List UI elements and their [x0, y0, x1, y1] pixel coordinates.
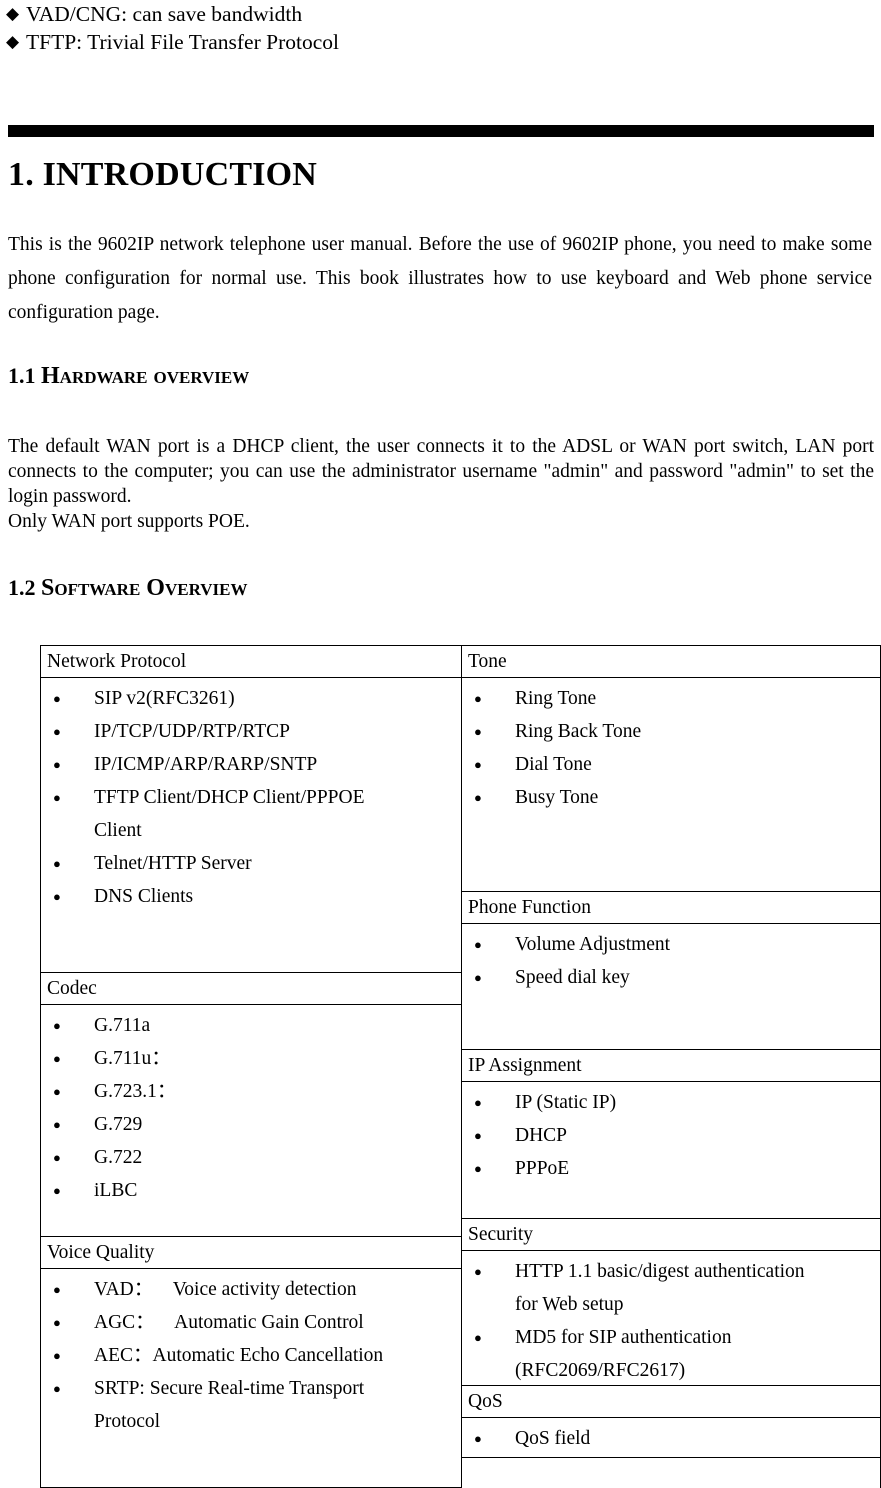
hardware-paragraph: The default WAN port is a DHCP client, t…: [8, 434, 874, 534]
table-cell-phone-function: Volume Adjustment Speed dial key: [462, 924, 880, 1050]
table-header-security: Security: [462, 1219, 880, 1251]
table-header-qos: QoS: [462, 1386, 880, 1418]
table-header-ip-assignment: IP Assignment: [462, 1050, 880, 1082]
table-column-left: Network Protocol SIP v2(RFC3261) IP/TCP/…: [41, 646, 462, 1488]
table-header-phone-function: Phone Function: [462, 892, 880, 924]
list-item: G.729: [47, 1108, 457, 1141]
heading-text: Hardware overview: [41, 363, 250, 389]
list-item: Busy Tone: [468, 781, 876, 814]
list-item: G.722: [47, 1141, 457, 1174]
hardware-paragraph-poe: Only WAN port supports POE.: [8, 511, 250, 532]
diamond-bullet-icon: ◆: [6, 4, 20, 23]
list-item: G.711u：: [47, 1042, 457, 1075]
list-item-label: VAD/CNG: can save bandwidth: [26, 2, 303, 26]
list-item: VAD： Voice activity detection: [47, 1273, 457, 1306]
heading-software-overview: 1.2 Software Overview: [8, 574, 248, 602]
list-item: AEC：Automatic Echo Cancellation: [47, 1339, 457, 1372]
list-item: ◆ TFTP: Trivial File Transfer Protocol: [0, 28, 860, 56]
list-item: IP/ICMP/ARP/RARP/SNTP: [47, 748, 457, 781]
document-page: ◆ VAD/CNG: can save bandwidth ◆ TFTP: Tr…: [0, 0, 881, 1488]
table-cell-codec: G.711a G.711u： G.723.1： G.729 G.722 iLBC: [41, 1005, 461, 1237]
table-cell-qos: QoS field: [462, 1418, 880, 1458]
intro-paragraph: This is the 9602IP network telephone use…: [8, 234, 872, 323]
list-item: IP (Static IP): [468, 1086, 876, 1119]
table-header-voice-quality: Voice Quality: [41, 1237, 461, 1269]
list-item: G.711a: [47, 1009, 457, 1042]
table-cell-ip-assignment: IP (Static IP) DHCP PPPoE: [462, 1082, 880, 1219]
list-item: ◆ VAD/CNG: can save bandwidth: [0, 0, 860, 28]
list-item: Telnet/HTTP Server: [47, 847, 457, 880]
table-cell-network-protocol: SIP v2(RFC3261) IP/TCP/UDP/RTP/RTCP IP/I…: [41, 678, 461, 973]
heading-text: Software Overview: [41, 575, 248, 601]
diamond-bullet-icon: ◆: [6, 32, 20, 51]
list-item: TFTP Client/DHCP Client/PPPOE: [47, 781, 457, 814]
list-item: QoS field: [468, 1422, 876, 1455]
heading-number: 1.1: [8, 363, 36, 388]
list-item: Speed dial key: [468, 961, 876, 994]
list-item: AGC： Automatic Gain Control: [47, 1306, 457, 1339]
table-cell-security: HTTP 1.1 basic/digest authentication for…: [462, 1251, 880, 1386]
list-item: HTTP 1.1 basic/digest authentication: [468, 1255, 876, 1288]
list-item: PPPoE: [468, 1152, 876, 1185]
table-header-tone: Tone: [462, 646, 880, 678]
list-item: Dial Tone: [468, 748, 876, 781]
list-item: G.723.1：: [47, 1075, 457, 1108]
list-item: Ring Back Tone: [468, 715, 876, 748]
list-item-continuation: Protocol: [94, 1411, 161, 1432]
list-item: SIP v2(RFC3261): [47, 682, 457, 715]
table-cell-voice-quality: VAD： Voice activity detection AGC： Autom…: [41, 1269, 461, 1488]
table-cell-tone: Ring Tone Ring Back Tone Dial Tone Busy …: [462, 678, 880, 892]
heading-hardware-overview: 1.1 Hardware overview: [8, 362, 249, 390]
section-divider-bar: [8, 125, 874, 137]
list-item-continuation: Client: [94, 820, 142, 841]
list-item-label: TFTP: Trivial File Transfer Protocol: [26, 30, 339, 54]
software-overview-table: Network Protocol SIP v2(RFC3261) IP/TCP/…: [40, 645, 881, 1488]
list-item: Volume Adjustment: [468, 928, 876, 961]
list-item: SRTP: Secure Real-time Transport: [47, 1372, 457, 1405]
hardware-paragraph-main: The default WAN port is a DHCP client, t…: [8, 436, 874, 507]
list-item: MD5 for SIP authentication: [468, 1321, 876, 1354]
list-item: DNS Clients: [47, 880, 457, 913]
list-item-continuation: for Web setup: [515, 1294, 624, 1315]
table-header-codec: Codec: [41, 973, 461, 1005]
table-header-network-protocol: Network Protocol: [41, 646, 461, 678]
page-title: 1. INTRODUCTION: [8, 156, 318, 193]
list-item: Ring Tone: [468, 682, 876, 715]
list-item: DHCP: [468, 1119, 876, 1152]
list-item: iLBC: [47, 1174, 457, 1207]
table-column-right: Tone Ring Tone Ring Back Tone Dial Tone …: [462, 646, 881, 1488]
list-item: IP/TCP/UDP/RTP/RTCP: [47, 715, 457, 748]
list-item-continuation: (RFC2069/RFC2617): [515, 1360, 686, 1381]
feature-bullet-list: ◆ VAD/CNG: can save bandwidth ◆ TFTP: Tr…: [0, 0, 860, 56]
heading-number: 1.2: [8, 575, 36, 600]
